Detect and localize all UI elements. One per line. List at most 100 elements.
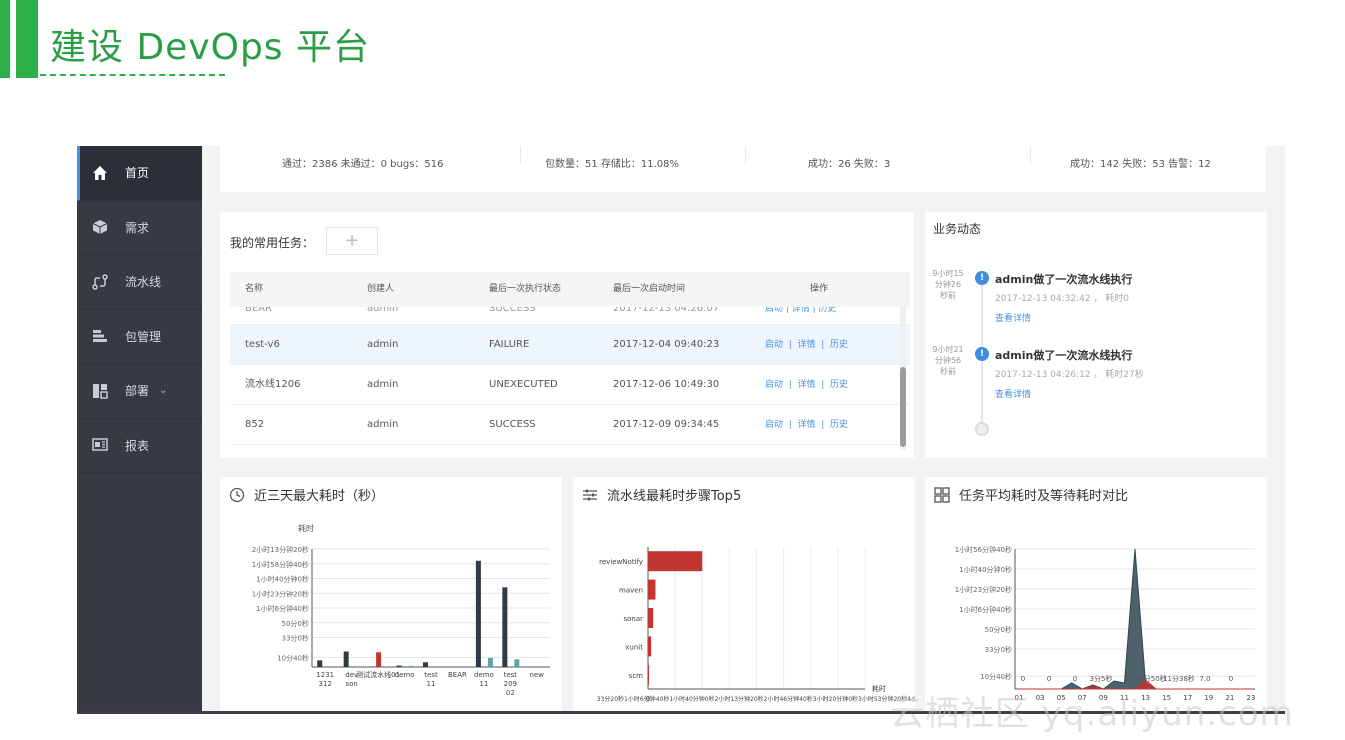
slide-header: 建设 DevOps 平台 <box>0 0 1345 100</box>
y-tick-label: 1小时58分钟40秒 <box>252 560 309 569</box>
info-icon: ! <box>975 271 989 285</box>
y-tick-label: reviewNotify <box>599 558 643 566</box>
activity-item: 9小时15 分钟26 秒前 ! admin做了一次流水线执行 2017-12-13 … <box>925 268 1267 338</box>
y-tick-label: 10分40秒 <box>277 654 309 663</box>
table-row[interactable]: 852 admin SUCCESS 2017-12-09 09:34:45 启动… <box>230 405 910 445</box>
y-tick-label: 1小时40分钟0秒 <box>959 565 1012 574</box>
table-row[interactable]: test-v6 admin FAILURE 2017-12-04 09:40:2… <box>230 325 910 365</box>
task-name: test-v6 <box>245 339 280 350</box>
sidebar-item-label: 首页 <box>125 166 150 181</box>
task-actions[interactable]: 启动 | 详情 | 历史 <box>765 307 837 314</box>
task-creator: admin <box>367 419 399 430</box>
sidebar-item-label: 包管理 <box>125 329 162 344</box>
y-tick-label: maven <box>619 587 643 595</box>
data-label: 0 <box>1229 675 1233 683</box>
top-steps-chart-panel: 流水线最耗时步骤Top5 reviewNotify maven sonar xunit… <box>573 477 915 711</box>
stats-strip: 通过：2386 未通过：0 bugs：516 包数量：51 存储比：11.08%… <box>220 146 1266 192</box>
chart-title: 流水线最耗时步骤Top5 <box>581 485 741 504</box>
start-link[interactable]: 启动 <box>765 340 783 350</box>
view-details-link[interactable]: 查看详情 <box>995 311 1031 324</box>
x-tick-label: 11 <box>427 680 436 688</box>
report-icon <box>91 436 109 454</box>
data-label: 0 <box>1073 675 1077 683</box>
sidebar-item-requirements[interactable]: 需求 <box>77 201 202 255</box>
sidebar-item-deploy[interactable]: 部署 ⌄ <box>77 364 202 419</box>
info-icon: ! <box>975 347 989 361</box>
add-task-button[interactable]: + <box>326 227 378 255</box>
bar-chart: 耗时 10分40秒 33分0秒 50分0秒 1小时6分钟40秒 1小时23分钟20秒 1小时… <box>252 523 550 697</box>
x-tick-label: BEAR <box>448 671 467 679</box>
y-tick-label: 1小时6分钟40秒 <box>256 604 309 613</box>
table-scrollbar[interactable] <box>900 307 906 450</box>
task-time: 2017-12-09 09:34:45 <box>613 419 720 430</box>
detail-link[interactable]: 详情 <box>798 380 816 390</box>
table-row[interactable]: 流水线1206 admin UNEXECUTED 2017-12-06 10:4… <box>230 365 910 405</box>
pipeline-stats: 成功：26 失败：3 <box>808 159 891 170</box>
history-link[interactable]: 历史 <box>830 420 848 430</box>
slide-title: 建设 DevOps 平台 <box>50 27 371 68</box>
y-tick-label: 50分0秒 <box>985 625 1012 634</box>
timeline-end-marker <box>975 422 989 436</box>
business-activity-panel: 业务动态 9小时15 分钟26 秒前 ! admin做了一次流水线执行 2017-1… <box>925 212 1267 458</box>
bar <box>648 664 649 685</box>
max-duration-chart-panel: 近三天最大耗时（秒） 耗时 10分40秒 33分0秒 50分0秒 1小时6分钟40秒 1小… <box>220 477 562 711</box>
sidebar-item-label: 报表 <box>125 438 150 453</box>
task-creator: admin <box>367 379 399 390</box>
data-label: 0 <box>1125 675 1129 683</box>
task-status: FAILURE <box>489 339 530 350</box>
accent-bar <box>0 0 10 78</box>
activity-title: 业务动态 <box>933 222 982 236</box>
x-tick-label: demo <box>474 671 494 679</box>
start-link[interactable]: 启动 <box>765 380 783 390</box>
accent-bar <box>16 0 38 78</box>
x-tick-label: new <box>530 671 545 679</box>
bar <box>475 560 481 667</box>
sidebar-item-label: 部署 <box>125 384 150 399</box>
chart-title: 近三天最大耗时（秒） <box>228 485 384 504</box>
series-area <box>1019 548 1251 690</box>
pipeline-icon <box>91 273 109 291</box>
column-header: 创建人 <box>367 284 395 294</box>
detail-link[interactable]: 详情 <box>798 340 816 350</box>
task-name: 流水线1206 <box>245 379 301 390</box>
history-link[interactable]: 历史 <box>830 340 848 350</box>
data-label: 0 <box>1047 675 1051 683</box>
history-link[interactable]: 历史 <box>830 380 848 390</box>
bar <box>317 660 323 667</box>
task-status: SUCCESS <box>489 419 536 430</box>
sidebar-item-pipeline[interactable]: 流水线 <box>77 255 202 310</box>
home-icon <box>91 164 109 182</box>
watermark: 云栖社区 yq.aliyun.com <box>890 694 1294 734</box>
title-underline <box>40 74 225 76</box>
column-header: 名称 <box>245 284 264 294</box>
activity-time: 9小时15 分钟26 秒前 <box>932 269 964 300</box>
detail-link[interactable]: 详情 <box>798 420 816 430</box>
x-tick-label: 312 <box>319 680 332 688</box>
package-stats: 包数量：51 存储比：11.08% <box>545 159 680 170</box>
start-link[interactable]: 启动 <box>765 420 783 430</box>
area-chart: 10分40秒 33分0秒 50分0秒 1小时6分钟40秒 1小时23分钟20秒 1小时40… <box>955 545 1256 702</box>
divider <box>745 146 746 164</box>
activity-heading: admin做了一次流水线执行 <box>995 349 1133 362</box>
table-header: 名称 创建人 最后一次执行状态 最后一次启动时间 操作 <box>230 272 910 307</box>
x-tick-label: son <box>345 680 357 688</box>
bar <box>408 665 414 667</box>
sidebar-item-label: 流水线 <box>125 275 162 290</box>
cube-icon <box>91 218 109 236</box>
frequent-tasks-label: 我的常用任务： <box>230 236 315 250</box>
deploy-stats: 成功：142 失败：53 告警：12 <box>1070 159 1211 170</box>
y-tick-label: xunit <box>625 643 643 651</box>
sidebar-item-package[interactable]: 包管理 <box>77 310 202 364</box>
divider <box>1030 146 1031 164</box>
task-time: 2017-12-13 04:26:07 <box>613 307 720 314</box>
x-tick-label: 209 <box>504 680 517 688</box>
view-details-link[interactable]: 查看详情 <box>995 387 1031 400</box>
sidebar-item-report[interactable]: 报表 <box>77 419 202 473</box>
clock-icon <box>228 486 246 504</box>
activity-item: 9小时21 分钟56 秒前 ! admin做了一次流水线执行 2017-12-13 … <box>925 344 1267 414</box>
x-tick-label: 33分20秒1小时6分钟40秒1小时40分钟0秒2小时13分钟20秒2小时46分… <box>597 695 915 703</box>
scrollbar-thumb[interactable] <box>900 367 906 447</box>
task-actions: 启动 | 详情 | 历史 <box>765 340 849 350</box>
sidebar-item-home[interactable]: 首页 <box>77 146 202 201</box>
frequent-tasks-panel: 我的常用任务： + 名称 创建人 最后一次执行状态 最后一次启动时间 操作 BE… <box>220 212 914 458</box>
